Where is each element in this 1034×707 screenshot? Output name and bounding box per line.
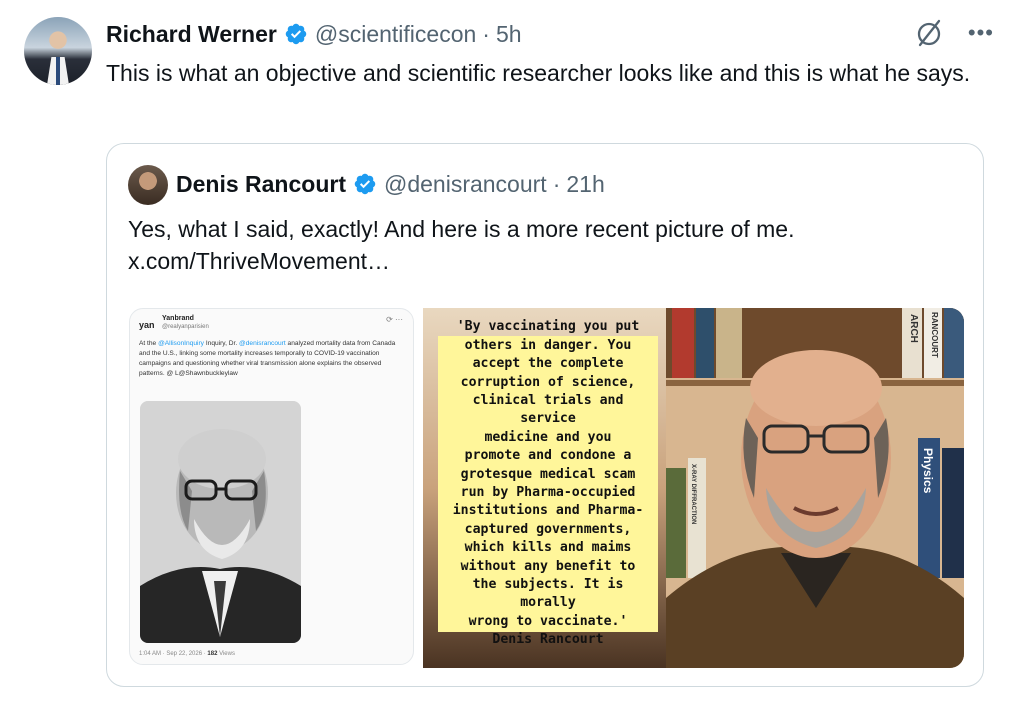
quoted-author-avatar[interactable] <box>128 165 168 205</box>
separator-dot: · <box>482 20 490 47</box>
post-text: This is what an objective and scientific… <box>106 60 971 86</box>
quoted-post-link[interactable]: x.com/ThriveMovement… <box>128 245 958 277</box>
quoted-post[interactable]: Denis Rancourt @denisrancourt · 21h Yes,… <box>106 143 984 687</box>
post-actions: ••• <box>914 18 994 48</box>
author-name[interactable]: Richard Werner <box>106 21 277 48</box>
embedded-logo: yan <box>139 320 155 330</box>
quote-line: medicine and you <box>484 429 612 445</box>
verified-badge-icon[interactable] <box>284 22 308 46</box>
post-header: Richard Werner @scientificecon · 5h <box>106 19 522 49</box>
embedded-text-part: Inquiry, Dr. <box>203 340 240 347</box>
quote-line: clinical trials and service <box>472 392 624 427</box>
embedded-text-part: At the <box>139 340 159 347</box>
quoted-post-text: Yes, what I said, exactly! And here is a… <box>128 213 958 277</box>
quote-line: accept the complete <box>472 356 624 372</box>
quote-line: which kills and maims <box>464 540 632 556</box>
quoted-post-time[interactable]: 21h <box>566 171 604 198</box>
quote-line: captured governments, <box>464 521 632 537</box>
embedded-tweet-image[interactable]: yan Yanbrand @realyanparisien ⟳ ··· At t… <box>129 308 414 665</box>
quote-line: wrong to vaccinate.' <box>468 613 628 629</box>
author-avatar[interactable] <box>24 17 92 85</box>
embedded-tweet-text: At the @AllisonInquiry Inquiry, Dr. @den… <box>139 339 401 379</box>
quote-line: Denis Rancourt <box>492 632 604 648</box>
embedded-views-label: Views <box>219 651 235 657</box>
quote-text-box: 'By vaccinating you put others in danger.… <box>438 319 658 647</box>
quote-line: institutions and Pharma- <box>452 503 644 519</box>
quoted-post-header: Denis Rancourt @denisrancourt · 21h <box>176 169 605 199</box>
more-icon[interactable]: ••• <box>968 22 994 44</box>
embedded-header-icons: ⟳ ··· <box>386 315 403 324</box>
quoted-author-handle[interactable]: @denisrancourt <box>384 171 547 198</box>
quote-line: others in danger. You <box>464 337 632 353</box>
bookshelf-portrait-photo: ARCH RANCOURT Physics X-RAY DIFFRACTION <box>666 308 964 668</box>
quote-line: the subjects. It is morally <box>472 577 624 611</box>
book-spine-label: RANCOURT <box>930 312 939 358</box>
embedded-account-handle: @realyanparisien <box>162 324 209 330</box>
embedded-views-count: 182 <box>207 651 218 657</box>
embedded-mention-link[interactable]: @denisrancourt <box>239 340 286 347</box>
embedded-mention-link[interactable]: @AllisonInquiry <box>158 340 204 347</box>
book-spine-label: Physics <box>921 448 935 494</box>
embedded-footer: 1:04 AM · Sep 22, 2026 · 182 Views <box>139 651 235 657</box>
separator-dot: · <box>552 170 561 197</box>
quote-text: 'By vaccinating you put others in danger.… <box>441 318 655 649</box>
quote-line: 'By vaccinating you put <box>456 319 640 335</box>
quote-line: corruption of science, <box>460 374 636 390</box>
quote-line: run by Pharma-occupied <box>460 485 636 500</box>
post-time[interactable]: 5h <box>496 21 522 48</box>
grok-icon[interactable] <box>914 18 944 48</box>
quoted-post-body: Yes, what I said, exactly! And here is a… <box>128 216 795 242</box>
author-handle[interactable]: @scientificecon <box>315 21 476 48</box>
quoted-author-name[interactable]: Denis Rancourt <box>176 171 346 198</box>
book-spine-label: ARCH <box>908 314 919 343</box>
embedded-account-name: Yanbrand <box>162 315 194 322</box>
verified-badge-icon[interactable] <box>353 172 377 196</box>
book-spine-label: X-RAY DIFFRACTION <box>690 464 696 524</box>
quote-line: promote and condone a <box>464 448 632 464</box>
portrait-photo-bw <box>140 401 301 643</box>
quote-card-image[interactable]: ARCH RANCOURT Physics X-RAY DIFFRACTION 'By… <box>423 308 964 668</box>
quote-line: grotesque medical scam <box>460 466 636 482</box>
quote-line: without any benefit to <box>460 558 636 574</box>
